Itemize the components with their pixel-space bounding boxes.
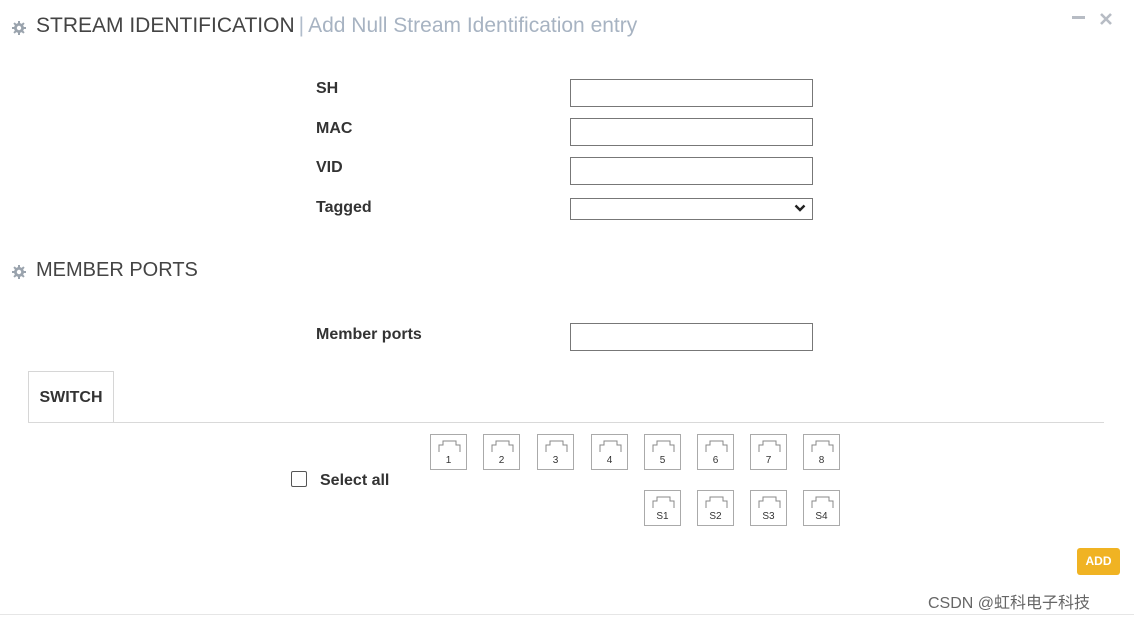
add-button[interactable]: ADD [1077, 548, 1120, 575]
sfp-port-icon [758, 496, 781, 508]
port-label: 2 [498, 455, 505, 466]
page-title: STREAM IDENTIFICATION | Add Null Stream Id… [36, 14, 637, 38]
port-label: 4 [606, 455, 613, 466]
port-s4[interactable]: S4 [803, 490, 840, 526]
title-text: STREAM IDENTIFICATION [36, 14, 295, 37]
vid-input[interactable] [570, 157, 813, 185]
bottom-divider [0, 614, 1134, 615]
port-5[interactable]: 5 [644, 434, 681, 470]
section-title: MEMBER PORTS [36, 259, 198, 281]
vid-label: VID [316, 159, 343, 176]
port-4[interactable]: 4 [591, 434, 628, 470]
mac-input[interactable] [570, 118, 813, 146]
port-label: S2 [709, 511, 722, 522]
select-all-label: Select all [320, 472, 390, 489]
page-subtitle: Add Null Stream Identification entry [308, 14, 638, 37]
port-6[interactable]: 6 [697, 434, 734, 470]
ethernet-port-icon [545, 440, 568, 452]
gear-icon [12, 21, 26, 35]
port-label: 1 [445, 455, 452, 466]
sfp-port-icon [652, 496, 675, 508]
sh-label: SH [316, 80, 339, 97]
ethernet-port-icon [705, 440, 728, 452]
chevron-down-icon [794, 204, 806, 212]
tagged-select[interactable] [570, 198, 813, 220]
watermark: CSDN @虹科电子科技 [928, 595, 1091, 612]
port-3[interactable]: 3 [537, 434, 574, 470]
sh-input[interactable] [570, 79, 813, 107]
port-7[interactable]: 7 [750, 434, 787, 470]
port-8[interactable]: 8 [803, 434, 840, 470]
port-label: 6 [712, 455, 719, 466]
select-all-checkbox[interactable] [291, 471, 307, 487]
port-s1[interactable]: S1 [644, 490, 681, 526]
sfp-port-icon [811, 496, 834, 508]
ethernet-port-icon [811, 440, 834, 452]
gear-icon [12, 265, 26, 279]
port-label: 8 [818, 455, 825, 466]
port-label: 7 [765, 455, 772, 466]
ethernet-port-icon [652, 440, 675, 452]
port-label: S1 [656, 511, 669, 522]
port-label: 5 [659, 455, 666, 466]
tab-switch[interactable]: SWITCH [28, 371, 114, 423]
ethernet-port-icon [758, 440, 781, 452]
port-label: S4 [815, 511, 828, 522]
tagged-label: Tagged [316, 199, 372, 216]
port-label: S3 [762, 511, 775, 522]
port-2[interactable]: 2 [483, 434, 520, 470]
tab-divider [28, 422, 1104, 423]
port-s2[interactable]: S2 [697, 490, 734, 526]
port-s3[interactable]: S3 [750, 490, 787, 526]
ethernet-port-icon [438, 440, 461, 452]
ethernet-port-icon [599, 440, 622, 452]
port-1[interactable]: 1 [430, 434, 467, 470]
title-separator: | [298, 14, 305, 37]
member-ports-input[interactable] [570, 323, 813, 351]
close-icon[interactable] [1100, 13, 1112, 25]
member-ports-label: Member ports [316, 326, 422, 343]
ethernet-port-icon [491, 440, 514, 452]
mac-label: MAC [316, 120, 353, 137]
port-label: 3 [552, 455, 559, 466]
sfp-port-icon [705, 496, 728, 508]
minimize-icon[interactable] [1072, 13, 1085, 23]
